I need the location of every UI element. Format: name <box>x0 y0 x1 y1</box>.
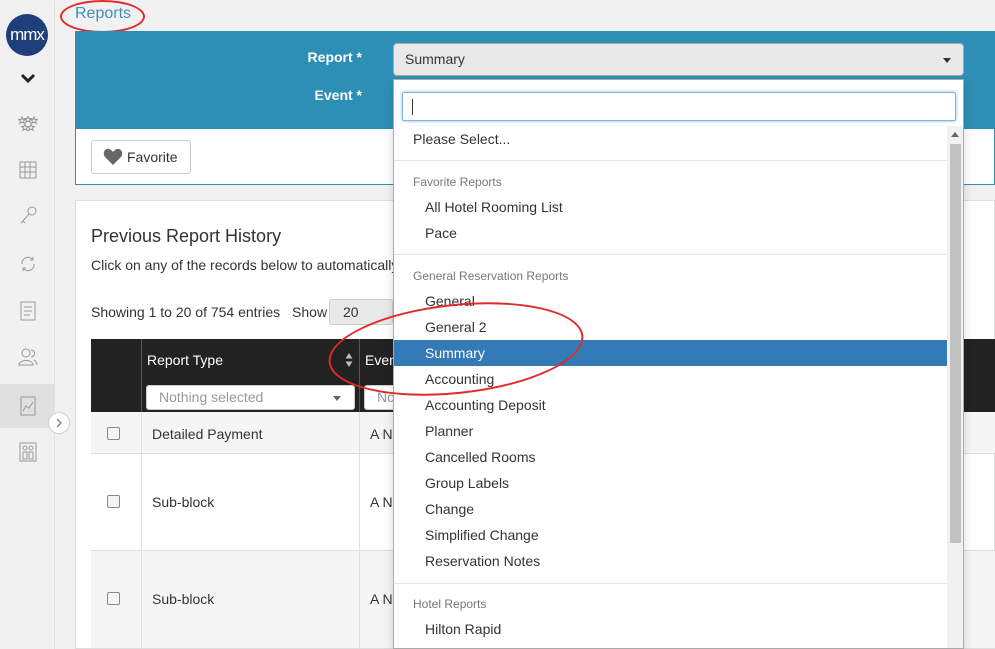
key-icon[interactable] <box>0 194 55 238</box>
history-title: Previous Report History <box>91 226 282 246</box>
report-select[interactable]: Summary <box>393 43 964 76</box>
document-list-icon[interactable] <box>0 289 55 333</box>
stars-icon[interactable] <box>0 102 55 146</box>
sidebar-expand-button[interactable] <box>48 412 70 434</box>
chevron-right-icon <box>56 418 63 428</box>
caret-down-icon <box>333 396 341 401</box>
event-label: Event * <box>314 87 362 103</box>
cell-event: A N <box>370 591 393 607</box>
dropdown-search-input[interactable] <box>402 92 956 121</box>
text-cursor <box>412 99 413 115</box>
option-group-labels[interactable]: Group Labels <box>394 470 947 496</box>
filter-placeholder: Nothing selected <box>159 389 264 405</box>
favorite-button[interactable]: Favorite <box>91 140 191 174</box>
option-hilton-rapid[interactable]: Hilton Rapid <box>394 616 947 642</box>
cell-event: A N <box>370 494 393 510</box>
cell-report-type: Sub-block <box>152 591 215 607</box>
group-hotel-reports: Hotel Reports <box>413 597 487 611</box>
column-header-report-type[interactable]: Report Type <box>147 352 223 368</box>
heart-icon <box>103 148 123 165</box>
row-checkbox[interactable] <box>107 427 120 440</box>
cell-report-type: Sub-block <box>152 494 215 510</box>
option-accounting-deposit[interactable]: Accounting Deposit <box>394 392 947 418</box>
option-pace[interactable]: Pace <box>394 220 947 246</box>
divider <box>394 160 947 161</box>
option-reservation-notes[interactable]: Reservation Notes <box>394 548 947 574</box>
left-sidebar: mmx <box>0 0 55 649</box>
divider <box>394 583 947 584</box>
column-divider <box>141 412 142 649</box>
row-checkbox[interactable] <box>107 495 120 508</box>
group-favorite-reports: Favorite Reports <box>413 175 502 189</box>
history-subtitle: Click on any of the records below to aut… <box>91 257 399 273</box>
report-select-value: Summary <box>405 51 465 67</box>
option-change[interactable]: Change <box>394 496 947 522</box>
cell-event: A N <box>370 426 393 442</box>
show-label: Show <box>292 304 328 320</box>
column-divider <box>141 339 142 412</box>
row-checkbox[interactable] <box>107 592 120 605</box>
option-please-select[interactable]: Please Select... <box>394 126 947 152</box>
elevator-icon[interactable] <box>0 430 55 474</box>
entries-info: Showing 1 to 20 of 754 entries Show <box>91 304 327 320</box>
group-general-reservation-reports: General Reservation Reports <box>413 269 569 283</box>
cell-report-type: Detailed Payment <box>152 426 263 442</box>
chevron-down-icon[interactable] <box>18 68 38 88</box>
favorite-label: Favorite <box>127 149 178 165</box>
caret-down-icon <box>943 58 951 63</box>
report-chart-icon[interactable] <box>0 384 55 428</box>
scrollbar-thumb[interactable] <box>950 144 961 543</box>
mmx-logo[interactable]: mmx <box>6 14 48 56</box>
sync-icon[interactable] <box>0 242 55 286</box>
calendar-grid-icon[interactable] <box>0 148 55 192</box>
annotation-circle-breadcrumb <box>60 0 145 33</box>
column-divider <box>359 412 360 649</box>
option-simplified-change[interactable]: Simplified Change <box>394 522 947 548</box>
option-cancelled-rooms[interactable]: Cancelled Rooms <box>394 444 947 470</box>
option-all-hotel-rooming-list[interactable]: All Hotel Rooming List <box>394 194 947 220</box>
divider <box>394 254 947 255</box>
option-planner[interactable]: Planner <box>394 418 947 444</box>
report-type-filter[interactable]: Nothing selected <box>146 385 355 410</box>
scroll-up-arrow-icon[interactable] <box>951 132 959 137</box>
showing-text: Showing 1 to 20 of 754 entries <box>91 304 281 320</box>
report-label: Report * <box>307 49 362 65</box>
users-icon[interactable] <box>0 335 55 379</box>
